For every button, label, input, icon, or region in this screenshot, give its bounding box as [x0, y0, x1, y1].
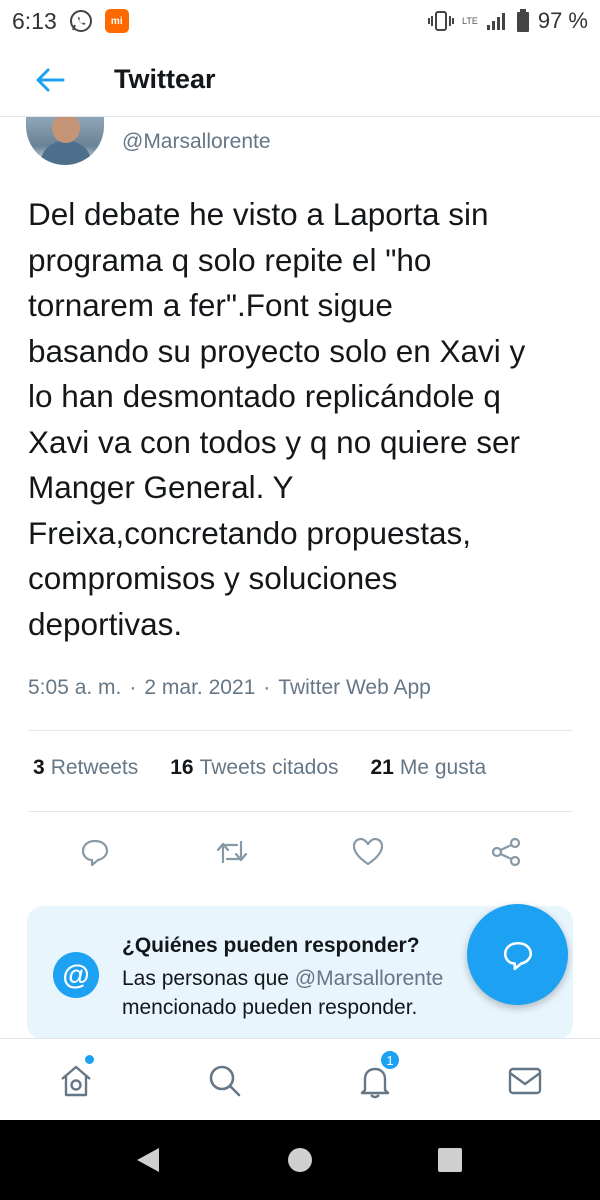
system-navigation-bar — [0, 1120, 600, 1200]
like-button[interactable] — [348, 832, 388, 872]
triangle-back-icon — [137, 1148, 159, 1172]
system-back-button[interactable] — [134, 1146, 162, 1174]
nav-home[interactable] — [54, 1055, 98, 1103]
quotes-count: 16 — [170, 756, 194, 779]
card-body-prefix: Las personas que — [122, 967, 295, 990]
author-handle[interactable]: @Marsallorente — [122, 130, 271, 154]
likes-count: 21 — [370, 756, 394, 779]
tweet-meta: 5:05 a. m. · 2 mar. 2021 · Twitter Web A… — [28, 676, 431, 700]
retweet-button[interactable] — [212, 832, 252, 872]
nav-search[interactable] — [203, 1059, 247, 1103]
mi-icon: mi — [104, 9, 129, 33]
top-app-bar: Twittear — [0, 46, 600, 116]
quote-tweets-stat[interactable]: 16 Tweets citados — [170, 756, 338, 780]
arrow-left-icon — [36, 68, 65, 92]
card-mention[interactable]: @Marsallorente — [295, 967, 444, 990]
quotes-label: Tweets citados — [199, 756, 339, 779]
reply-button[interactable] — [75, 832, 115, 872]
tweet-date: 2 mar. 2021 — [144, 676, 256, 699]
divider — [28, 811, 573, 812]
system-home-button[interactable] — [286, 1146, 314, 1174]
notification-count-badge: 1 — [379, 1049, 401, 1071]
system-recents-button[interactable] — [436, 1146, 464, 1174]
share-icon — [491, 837, 521, 867]
tweet-source[interactable]: Twitter Web App — [278, 676, 431, 700]
bottom-navigation: 1 — [0, 1038, 600, 1120]
meta-separator: · — [263, 676, 271, 699]
reply-icon — [503, 941, 532, 970]
network-type: LTE — [462, 15, 478, 26]
compose-reply-button[interactable] — [467, 904, 568, 1005]
home-unread-dot — [85, 1055, 94, 1064]
battery-level: 97 % — [537, 8, 588, 33]
likes-label: Me gusta — [399, 756, 487, 779]
card-body-suffix: mencionado pueden responder. — [122, 996, 418, 1019]
share-button[interactable] — [486, 832, 526, 872]
meta-separator: · — [129, 676, 137, 699]
tweet-actions — [0, 832, 600, 872]
status-time: 6:13 — [12, 7, 57, 34]
card-body: Las personas que @Marsallorente mencionad… — [122, 964, 482, 1022]
at-sign-icon: @ — [53, 952, 99, 998]
page-title: Twittear — [114, 64, 216, 94]
mail-icon — [508, 1067, 542, 1095]
nav-notifications[interactable]: 1 — [353, 1049, 401, 1103]
vibrate-icon — [428, 10, 454, 32]
tweet-time: 5:05 a. m. — [28, 676, 122, 699]
square-recents-icon — [438, 1148, 462, 1172]
battery-icon — [516, 9, 530, 33]
like-icon — [352, 837, 384, 866]
whatsapp-icon — [69, 9, 93, 33]
card-title: ¿Quiénes pueden responder? — [122, 934, 420, 957]
retweets-count: 3 — [33, 756, 45, 779]
status-bar: 6:13 mi LTE 97 % — [0, 0, 600, 42]
tweet-stats: 3 Retweets 16 Tweets citados 21 Me gusta — [33, 756, 518, 780]
reply-icon — [81, 839, 109, 867]
avatar[interactable] — [26, 117, 104, 165]
tweet-text: Del debate he visto a Laporta sin progra… — [28, 196, 526, 642]
search-icon — [209, 1065, 241, 1097]
retweets-stat[interactable]: 3 Retweets — [33, 756, 138, 780]
circle-home-icon — [288, 1148, 312, 1172]
nav-messages[interactable] — [503, 1059, 547, 1103]
back-button[interactable] — [30, 62, 70, 98]
divider — [28, 730, 573, 731]
retweets-label: Retweets — [50, 756, 139, 779]
retweet-icon — [216, 840, 248, 864]
home-icon — [61, 1065, 91, 1097]
signal-icon — [486, 11, 508, 31]
likes-stat[interactable]: 21 Me gusta — [371, 756, 487, 780]
